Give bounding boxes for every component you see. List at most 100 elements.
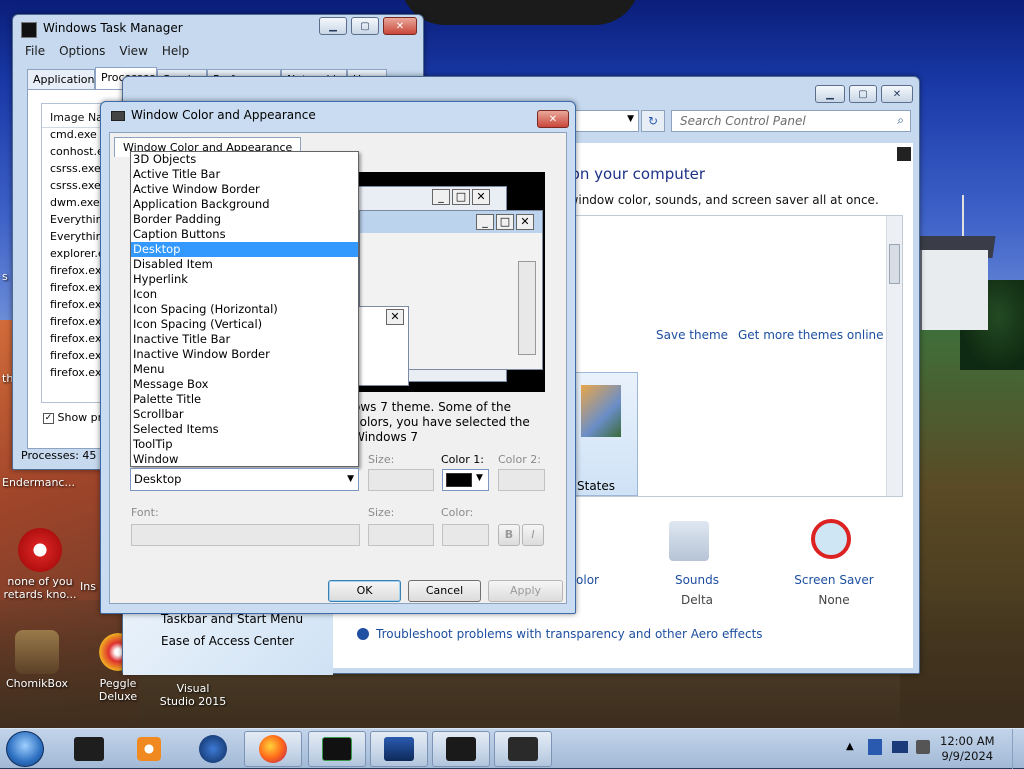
save-theme-link[interactable]: Save theme <box>656 328 728 342</box>
desktop-icon-label: Ins <box>80 580 96 593</box>
volume-icon[interactable] <box>916 740 930 754</box>
scrollbar-thumb[interactable] <box>889 244 900 284</box>
taskbar-button-color-dialog[interactable] <box>494 731 552 767</box>
dropdown-option[interactable]: ToolTip <box>131 437 358 452</box>
troubleshoot-icon <box>357 628 369 640</box>
dropdown-option[interactable]: Scrollbar <box>131 407 358 422</box>
bold-button[interactable]: B <box>498 524 520 546</box>
desktop-icon-chomikbox[interactable]: ChomikBox <box>2 630 72 690</box>
font-label: Font: <box>131 506 159 519</box>
start-button[interactable] <box>6 731 44 767</box>
maximize-button[interactable]: ▢ <box>351 17 379 35</box>
sounds-icon[interactable] <box>669 521 709 561</box>
item-select-value: Desktop <box>134 472 182 486</box>
dropdown-option[interactable]: Message Box <box>131 377 358 392</box>
help-icon[interactable] <box>897 147 911 161</box>
maximize-button[interactable]: ▢ <box>849 85 877 103</box>
close-button[interactable]: ✕ <box>537 110 569 128</box>
desktop-icon-visual-studio[interactable]: Visual Studio 2015 <box>158 682 228 708</box>
dropdown-option[interactable]: Selected Items <box>131 422 358 437</box>
theme-states[interactable]: States <box>574 372 638 496</box>
address-bar[interactable]: ▼ <box>575 110 639 132</box>
item-dropdown-list[interactable]: 3D Objects Active Title Bar Active Window … <box>130 151 359 467</box>
dropdown-option[interactable]: Icon Spacing (Horizontal) <box>131 302 358 317</box>
color1-picker[interactable]: ▼ <box>442 469 489 491</box>
screen-saver-icon[interactable] <box>811 519 851 559</box>
dialog-icon <box>111 111 125 121</box>
menu-view[interactable]: View <box>119 44 147 58</box>
size-stepper[interactable] <box>368 469 434 491</box>
menu-file[interactable]: File <box>25 44 45 58</box>
cancel-button[interactable]: Cancel <box>408 580 481 602</box>
show-hidden-icons-button[interactable]: ▲ <box>846 741 854 752</box>
search-input[interactable]: Search Control Panel ⌕ <box>671 110 911 132</box>
item-select[interactable]: Desktop ▼ <box>130 468 359 491</box>
desktop-icon-endermanch[interactable]: Endermanc... <box>2 476 78 489</box>
taskbar-button-firefox[interactable] <box>244 731 302 767</box>
dropdown-option[interactable]: Active Title Bar <box>131 167 358 182</box>
dropdown-option[interactable]: Palette Title <box>131 392 358 407</box>
action-center-icon[interactable] <box>892 741 908 753</box>
troubleshoot-link[interactable]: Troubleshoot problems with transparency … <box>376 627 763 641</box>
desktop-icon-ins[interactable]: Ins <box>80 580 102 593</box>
font-select[interactable] <box>131 524 360 546</box>
get-more-themes-link[interactable]: Get more themes online <box>738 328 884 342</box>
apply-button[interactable]: Apply <box>488 580 563 602</box>
media-player-icon <box>137 737 161 761</box>
ok-button[interactable]: OK <box>328 580 401 602</box>
minimize-button[interactable]: ▁ <box>319 17 347 35</box>
dropdown-option[interactable]: Application Background <box>131 197 358 212</box>
close-button[interactable]: ✕ <box>881 85 913 103</box>
tab-applications[interactable]: Applications <box>27 69 95 89</box>
dropdown-option[interactable]: Active Window Border <box>131 182 358 197</box>
desktop-icon-none-of-you[interactable]: none of you retards kno... <box>2 528 78 601</box>
chomikbox-icon <box>15 630 59 674</box>
font-size-select[interactable] <box>368 524 434 546</box>
taskbar-button-media-player[interactable] <box>120 731 178 767</box>
taskbar-button-task-manager[interactable] <box>308 731 366 767</box>
dropdown-option[interactable]: Menu <box>131 362 358 377</box>
themes-scrollbar[interactable] <box>886 216 902 496</box>
dinosaur-icon <box>18 528 62 572</box>
desktop-icon-edge-1[interactable]: s <box>2 270 12 283</box>
close-button[interactable]: ✕ <box>383 17 417 35</box>
dropdown-option[interactable]: Caption Buttons <box>131 227 358 242</box>
italic-button[interactable]: I <box>522 524 544 546</box>
refresh-icon[interactable]: ↻ <box>641 110 665 132</box>
window-title: Windows Task Manager <box>43 21 183 35</box>
taskbar-button-control-panel[interactable] <box>370 731 428 767</box>
taskbar-clock[interactable]: 12:00 AM 9/9/2024 <box>940 734 995 764</box>
see-also-ease-of-access-link[interactable]: Ease of Access Center <box>161 634 294 648</box>
dropdown-option[interactable]: Inactive Title Bar <box>131 332 358 347</box>
dropdown-option[interactable]: Hyperlink <box>131 272 358 287</box>
dialog-description: ows 7 theme. Some of the colors, you hav… <box>353 400 530 444</box>
screen-saver-link[interactable]: Screen Saver <box>787 573 881 587</box>
theme-preview-icon <box>581 385 621 437</box>
menu-options[interactable]: Options <box>59 44 105 58</box>
dropdown-option[interactable]: Window <box>131 452 358 467</box>
minimize-button[interactable]: ▁ <box>815 85 845 103</box>
taskbar-button-explorer[interactable] <box>60 731 118 767</box>
dialog-title: Window Color and Appearance <box>131 108 316 122</box>
color2-picker[interactable] <box>498 469 545 491</box>
dropdown-option[interactable]: Border Padding <box>131 212 358 227</box>
dropdown-option[interactable]: Icon Spacing (Vertical) <box>131 317 358 332</box>
font-color-picker[interactable] <box>442 524 489 546</box>
desktop-gadget <box>400 0 640 25</box>
dropdown-option[interactable]: Disabled Item <box>131 257 358 272</box>
dropdown-option[interactable]: 3D Objects <box>131 152 358 167</box>
preview-scrollbar <box>518 261 536 355</box>
show-desktop-button[interactable] <box>1012 729 1024 769</box>
dropdown-option[interactable]: Inactive Window Border <box>131 347 358 362</box>
see-also-taskbar-link[interactable]: Taskbar and Start Menu <box>161 612 303 626</box>
dropdown-option[interactable]: Icon <box>131 287 358 302</box>
menu-help[interactable]: Help <box>162 44 189 58</box>
folder-icon <box>74 737 104 761</box>
sounds-link[interactable]: Sounds <box>657 573 737 587</box>
network-icon[interactable] <box>868 739 882 755</box>
taskbar-button-personalization[interactable] <box>432 731 490 767</box>
search-placeholder: Search Control Panel <box>680 114 806 128</box>
window-color-link[interactable]: Color <box>573 573 599 587</box>
dropdown-option[interactable]: Desktop <box>131 242 358 257</box>
taskbar-button-browser[interactable] <box>184 731 242 767</box>
